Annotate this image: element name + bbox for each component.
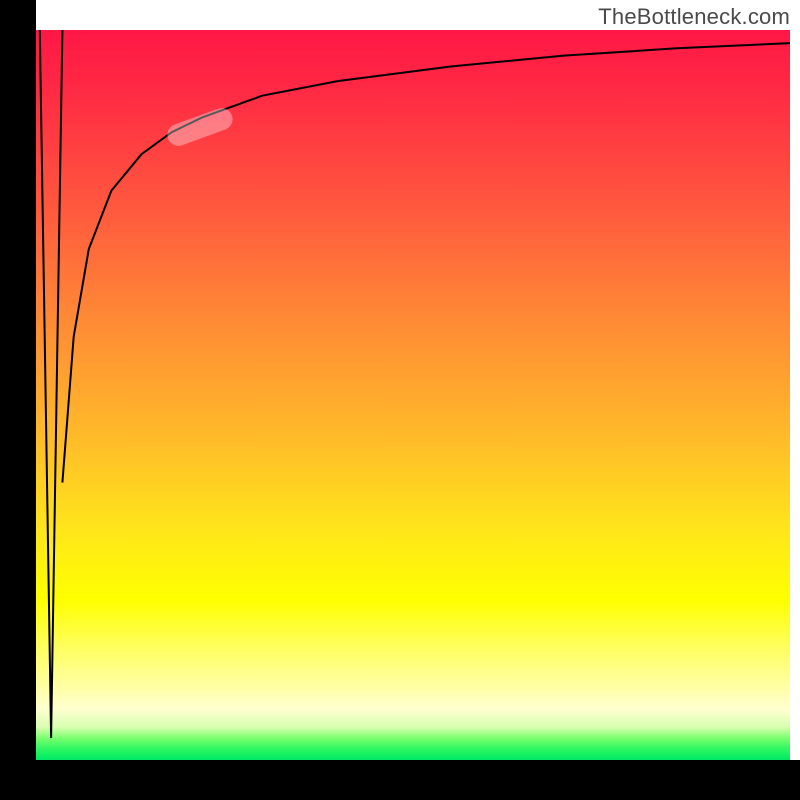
plot-area: [36, 30, 790, 760]
watermark-text: TheBottleneck.com: [598, 4, 790, 30]
chart-curves: [36, 30, 790, 760]
y-axis-frame: [0, 30, 36, 760]
x-axis-frame: [0, 760, 800, 800]
series-spike: [40, 30, 63, 738]
series-log-curve: [62, 43, 790, 483]
frame-corner: [0, 0, 36, 30]
